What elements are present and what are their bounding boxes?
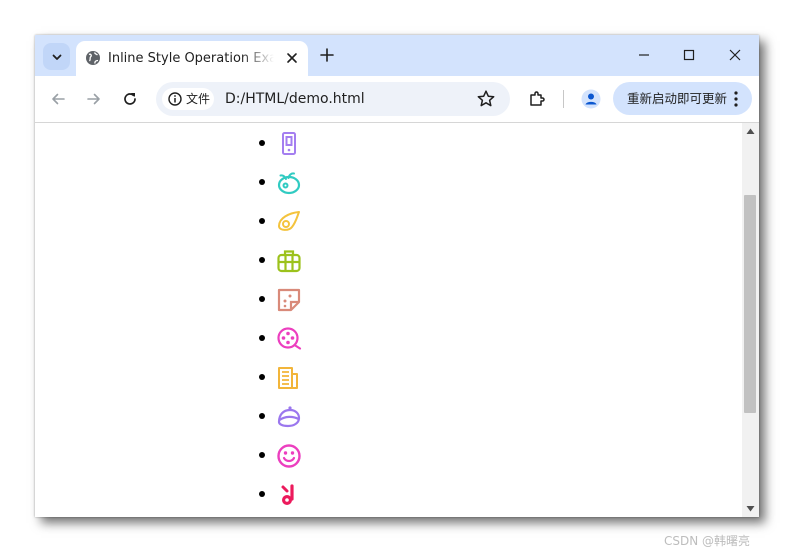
list-item bbox=[35, 210, 335, 240]
close-icon bbox=[729, 49, 741, 61]
egg-icon bbox=[278, 211, 300, 231]
extensions-button[interactable] bbox=[525, 87, 549, 111]
active-tab[interactable]: Inline Style Operation Example bbox=[76, 41, 308, 76]
profile-button[interactable] bbox=[579, 87, 603, 111]
list-bullet bbox=[259, 374, 265, 380]
site-chip-label: 文件 bbox=[186, 92, 211, 106]
list-item bbox=[35, 366, 335, 396]
tab-strip: Inline Style Operation Example bbox=[35, 35, 759, 76]
maximize-icon bbox=[683, 49, 695, 61]
note-icon bbox=[277, 288, 301, 312]
list-bullet bbox=[259, 452, 265, 458]
relaunch-update-button[interactable]: 重新启动即可更新 bbox=[613, 82, 752, 115]
close-window-button[interactable] bbox=[713, 41, 757, 69]
chevron-down-icon bbox=[52, 54, 61, 60]
list-bullet bbox=[259, 491, 265, 497]
watermark: CSDN @韩曙亮 bbox=[664, 534, 751, 548]
update-button-label: 重新启动即可更新 bbox=[627, 91, 728, 106]
arrow-left-icon bbox=[52, 93, 65, 105]
browser-window: Inline Style Operation Example bbox=[35, 35, 759, 517]
address-bar[interactable]: 文件 D:/HTML/demo.html bbox=[156, 82, 510, 116]
list-item bbox=[35, 327, 335, 357]
list-bullet bbox=[259, 335, 265, 341]
arrow-right-icon bbox=[87, 93, 100, 105]
list-bullet bbox=[259, 179, 265, 185]
scroll-up-arrow-icon[interactable] bbox=[745, 127, 756, 136]
browser-toolbar: 文件 D:/HTML/demo.html 重新启动即可更新 bbox=[35, 76, 759, 123]
newspaper-icon bbox=[278, 367, 298, 389]
fruit-icon bbox=[277, 172, 301, 195]
back-button[interactable] bbox=[45, 86, 71, 112]
music-note-icon bbox=[281, 484, 294, 505]
list-item bbox=[35, 171, 335, 201]
url-text[interactable]: D:/HTML/demo.html bbox=[225, 90, 365, 108]
globe-icon bbox=[86, 51, 100, 65]
tab-close-button[interactable] bbox=[282, 48, 302, 68]
plus-icon bbox=[320, 48, 334, 62]
minimize-icon bbox=[639, 54, 649, 56]
tab-title: Inline Style Operation Example bbox=[108, 51, 274, 66]
backpack-icon bbox=[277, 250, 301, 273]
puzzle-icon bbox=[530, 91, 545, 106]
vertical-scrollbar[interactable] bbox=[742, 123, 759, 517]
list-bullet bbox=[259, 296, 265, 302]
new-tab-button[interactable] bbox=[316, 44, 338, 66]
list-item bbox=[35, 444, 335, 474]
list-bullet bbox=[259, 140, 265, 146]
more-vert-icon bbox=[734, 91, 738, 107]
scrollbar-thumb[interactable] bbox=[744, 195, 756, 413]
forward-button[interactable] bbox=[81, 86, 107, 112]
bookmark-star-icon[interactable] bbox=[476, 89, 496, 109]
minimize-button[interactable] bbox=[622, 41, 666, 69]
page-content bbox=[35, 123, 759, 517]
list-item bbox=[35, 288, 335, 318]
list-item bbox=[35, 405, 335, 435]
list-item bbox=[35, 132, 335, 162]
phone-icon bbox=[282, 132, 296, 155]
film-reel-icon bbox=[277, 327, 302, 350]
maximize-button[interactable] bbox=[667, 41, 711, 69]
info-icon bbox=[168, 92, 182, 106]
site-info-chip[interactable]: 文件 bbox=[162, 88, 214, 110]
list-item bbox=[35, 249, 335, 279]
reload-button[interactable] bbox=[117, 86, 143, 112]
close-icon bbox=[287, 53, 297, 63]
tab-search-button[interactable] bbox=[43, 43, 70, 70]
smiley-icon bbox=[277, 444, 301, 468]
reload-icon bbox=[124, 93, 136, 105]
avatar-icon bbox=[581, 89, 601, 109]
list-bullet bbox=[259, 257, 265, 263]
list-bullet bbox=[259, 218, 265, 224]
list-bullet bbox=[259, 413, 265, 419]
list-item bbox=[35, 483, 335, 513]
scroll-down-arrow-icon[interactable] bbox=[745, 504, 756, 513]
toolbar-divider bbox=[563, 90, 564, 108]
hat-icon bbox=[277, 406, 301, 428]
